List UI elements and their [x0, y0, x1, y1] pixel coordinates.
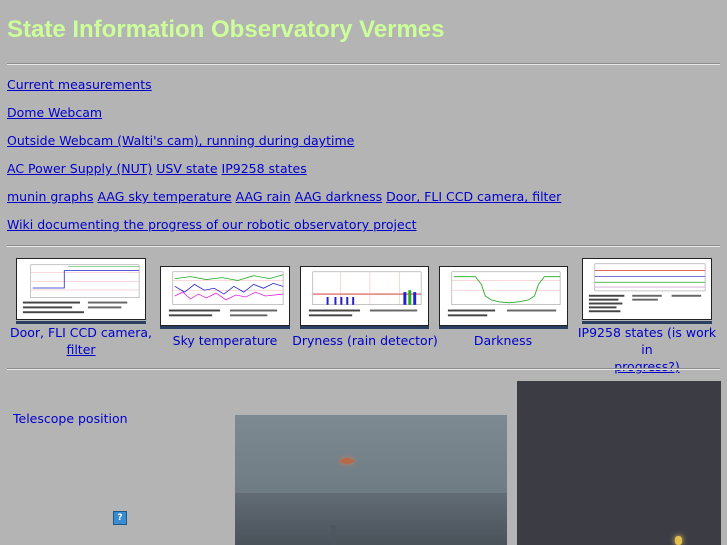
link-wiki[interactable]: Wiki documenting the progress of our rob…	[7, 217, 416, 232]
link-row-current: Current measurements	[7, 77, 152, 92]
caption-line: Darkness	[473, 333, 533, 348]
dome-webcam-image	[235, 415, 507, 545]
red-light-glow	[340, 458, 354, 464]
yellow-light	[675, 536, 682, 545]
page-title: State Information Observatory Vermes	[7, 16, 445, 43]
help-icon[interactable]: ?	[113, 511, 127, 525]
ip9258-graph-icon	[588, 263, 706, 313]
caption-line: Sky temperature	[172, 333, 278, 348]
caption-line: Dryness (rain detector)	[292, 333, 438, 348]
link-aag-sky-temperature[interactable]: AAG sky temperature	[97, 189, 231, 204]
link-munin-graphs[interactable]: munin graphs	[7, 189, 94, 204]
link-dome-webcam[interactable]: Dome Webcam	[7, 105, 102, 120]
caption-line: IP9258 states (is work in	[577, 325, 717, 357]
link-row-outside: Outside Webcam (Walti's cam), running du…	[7, 133, 354, 148]
sky-temperature-graph-thumbnail[interactable]	[160, 266, 290, 326]
dome-post	[331, 525, 336, 545]
caption-darkness[interactable]: Darkness	[428, 332, 578, 349]
thumbnail-underline	[160, 326, 290, 329]
caption-sky-temperature[interactable]: Sky temperature	[150, 332, 300, 349]
link-aag-darkness[interactable]: AAG darkness	[295, 189, 383, 204]
link-row-graphs: munin graphs AAG sky temperature AAG rai…	[7, 189, 561, 204]
rain-detector-graph-icon	[308, 271, 422, 317]
thumbnail-underline	[439, 326, 568, 329]
door-ccd-graph-thumbnail[interactable]	[16, 258, 146, 320]
ip9258-graph-thumbnail[interactable]	[582, 258, 712, 320]
link-usv-state[interactable]: USV state	[156, 161, 217, 176]
thumbnail-underline	[300, 326, 429, 329]
link-current-measurements[interactable]: Current measurements	[7, 77, 152, 92]
caption-link[interactable]: filter	[66, 342, 95, 357]
link-aag-rain[interactable]: AAG rain	[236, 189, 291, 204]
link-door-fli-ccd[interactable]: Door, FLI CCD camera, filter	[386, 189, 561, 204]
sky-temperature-graph-icon	[168, 271, 284, 317]
caption-link[interactable]: progress?)	[614, 359, 679, 374]
caption-door-ccd[interactable]: Door, FLI CCD camera, filter	[6, 324, 156, 358]
dome-floor-shadow	[235, 493, 507, 545]
link-row-wiki: Wiki documenting the progress of our rob…	[7, 217, 416, 232]
link-ip9258-states[interactable]: IP9258 states	[222, 161, 307, 176]
rain-detector-graph-thumbnail[interactable]	[300, 266, 429, 326]
divider	[7, 368, 720, 370]
divider	[7, 245, 720, 247]
outside-webcam-image	[517, 381, 721, 545]
door-ccd-graph-icon	[22, 264, 140, 314]
darkness-graph-icon	[447, 271, 561, 317]
link-row-power: AC Power Supply (NUT) USV state IP9258 s…	[7, 161, 307, 176]
divider	[7, 63, 720, 65]
link-row-dome: Dome Webcam	[7, 105, 102, 120]
link-outside-webcam[interactable]: Outside Webcam (Walti's cam), running du…	[7, 133, 354, 148]
caption-line: Door, FLI CCD camera,	[9, 325, 153, 340]
caption-rain-detector[interactable]: Dryness (rain detector)	[290, 332, 440, 349]
link-ac-power[interactable]: AC Power Supply (NUT)	[7, 161, 152, 176]
telescope-position-label: Telescope position	[13, 411, 128, 426]
darkness-graph-thumbnail[interactable]	[439, 266, 568, 326]
